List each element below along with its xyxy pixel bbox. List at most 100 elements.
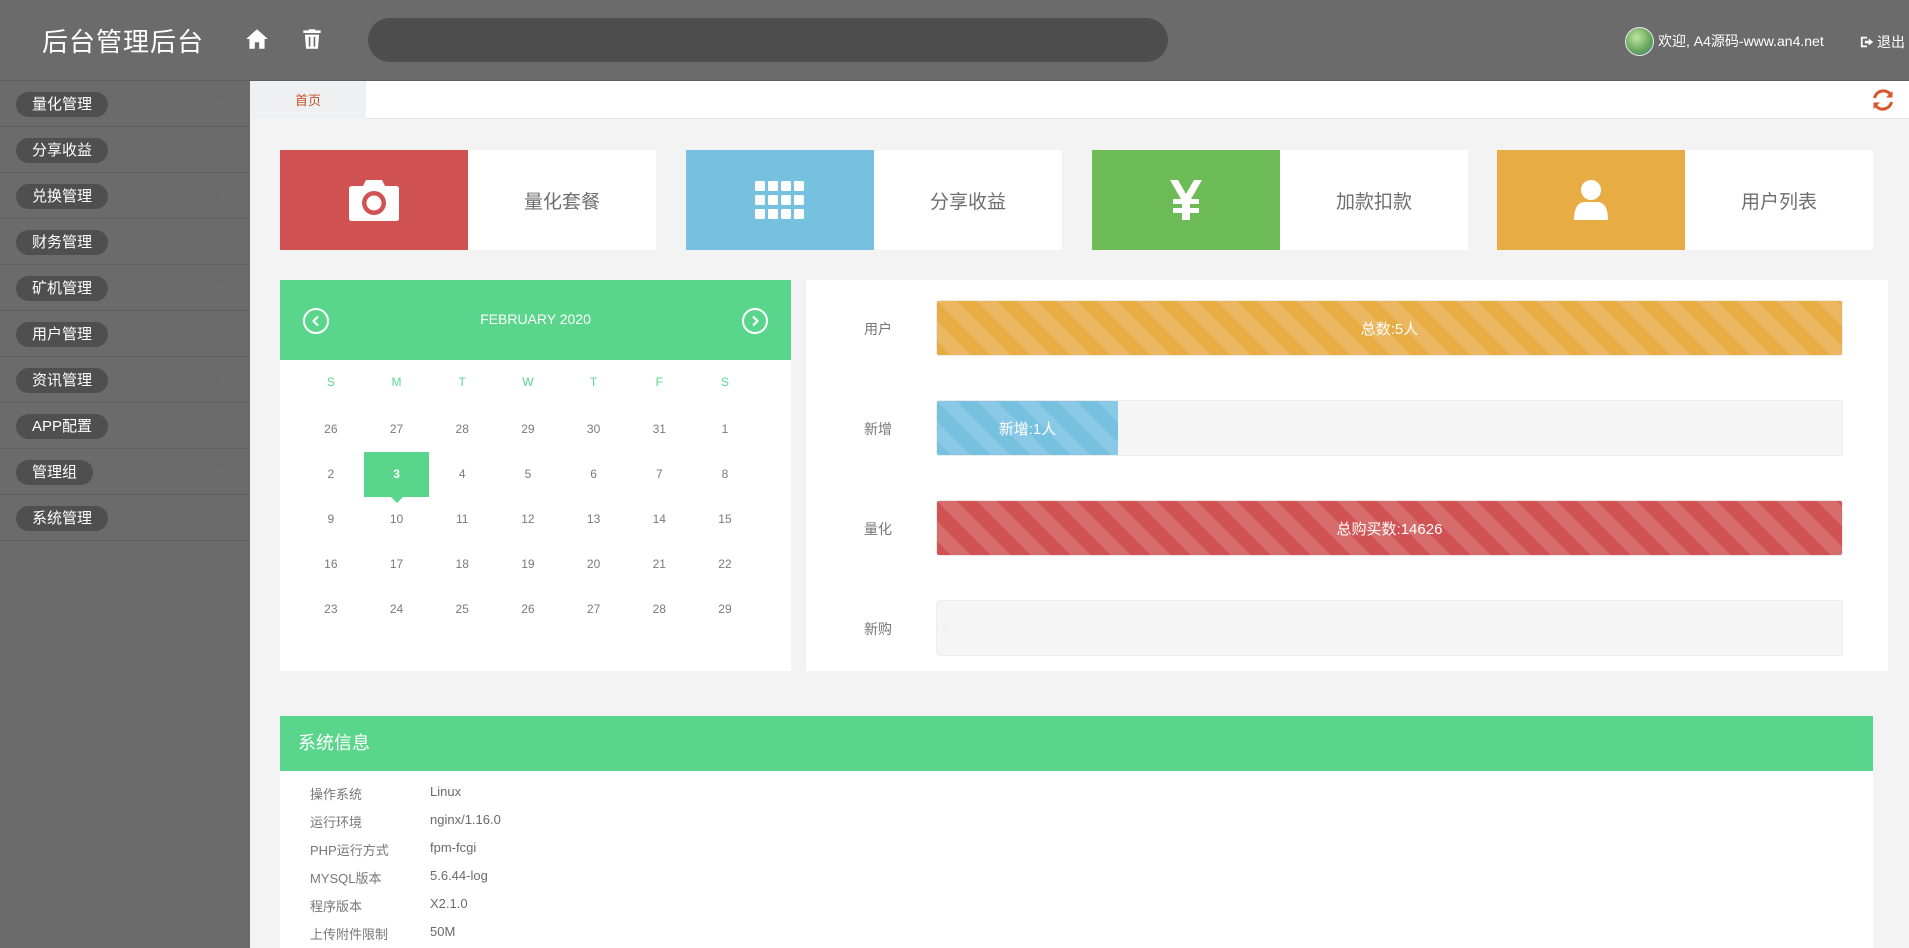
stat-label: 新购 [864,621,892,637]
card-quant-package[interactable]: 量化套餐 [280,150,656,250]
search-input[interactable] [368,18,1168,62]
calendar-day[interactable]: 3 [363,452,430,503]
calendar-day[interactable]: 5 [495,452,561,497]
calendar-day[interactable]: 9 [298,497,364,542]
chevron-right-icon: › [220,419,224,433]
sidebar-item-news[interactable]: 资讯管理 › [0,357,250,403]
trash-icon[interactable] [297,24,327,54]
calendar-grid: S M T W T F S 26 27 28 29 30 31 1 2 3 4 5 6 7 8 9 10 11 12 13 14 15… [298,372,758,632]
sidebar-item-app-config[interactable]: APP配置 › [0,403,250,449]
calendar-day[interactable]: 1 [692,407,758,452]
calendar-day[interactable]: 14 [626,497,692,542]
calendar-day[interactable]: 11 [429,497,495,542]
calendar-week: 26 27 28 29 30 31 1 [298,407,758,452]
logout-button[interactable]: 退出 [1860,32,1905,52]
card-icon-box [686,150,874,250]
sidebar-item-label: 系统管理 [16,506,109,531]
calendar-week: 2345678 [298,452,758,503]
system-info-key: 上传附件限制 [310,927,389,942]
calendar-day[interactable]: 6 [561,452,627,497]
sidebar-item-finance[interactable]: 财务管理 › [0,219,250,265]
card-share-income[interactable]: 分享收益 [686,150,1062,250]
calendar-day[interactable]: 28 [626,587,692,632]
tab-bar: 首页 [250,81,1909,119]
calendar-day[interactable]: 20 [561,542,627,587]
calendar-day[interactable]: 25 [429,587,495,632]
system-info-panel: 系统信息 操作系统 Linux 运行环境 nginx/1.16.0 PHP运行方式 fpm… [280,716,1873,948]
calendar-day[interactable]: 17 [364,542,430,587]
calendar-day[interactable]: 13 [561,497,627,542]
calendar-day[interactable]: 27 [561,587,627,632]
chevron-right-icon: › [220,189,224,203]
sidebar-item-admin-group[interactable]: 管理组 › [0,449,250,495]
sidebar-item-users[interactable]: 用户管理 › [0,311,250,357]
sidebar-item-quant[interactable]: 量化管理 › [0,81,250,127]
system-info-key: 运行环境 [310,815,363,830]
weekday-label: F [655,375,663,389]
app-title: 后台管理后台 [42,27,205,57]
sidebar-item-miner[interactable]: 矿机管理 › [0,265,250,311]
sidebar-item-label: 兑换管理 [16,184,109,209]
chevron-right-icon: › [220,235,224,249]
sidebar-item-label: 用户管理 [16,322,109,347]
calendar-week: 16 17 18 19 20 21 22 [298,542,758,587]
calendar-day[interactable]: 18 [429,542,495,587]
system-info-value: 50M [430,924,456,939]
calendar-day[interactable]: 2 [298,452,364,497]
calendar-day[interactable]: 30 [561,407,627,452]
stat-row: 新增 新增:1人 [806,400,1888,456]
sidebar-item-label: 资讯管理 [16,368,109,393]
card-add-deduct[interactable]: 加款扣款 [1092,150,1468,250]
refresh-icon[interactable] [1871,88,1895,112]
calendar-month-title: FEBRUARY 2020 [480,311,591,327]
next-month-button[interactable] [742,308,768,334]
weekday-label: T [589,375,598,389]
avatar [1625,26,1654,56]
card-user-list[interactable]: 用户列表 [1497,150,1873,250]
progress-track: 0 [936,600,1843,656]
system-info-value: X2.1.0 [430,896,468,911]
system-info-row: MYSQL版本 5.6.44-log [310,868,488,896]
progress-track: 总数:5人 [936,300,1843,356]
user-icon [1574,180,1608,220]
calendar-day[interactable]: 4 [429,452,495,497]
calendar-day[interactable]: 29 [495,407,561,452]
chevron-right-icon: › [220,373,224,387]
calendar-day[interactable]: 19 [495,542,561,587]
calendar-day[interactable]: 15 [692,497,758,542]
sidebar: 量化管理 › 分享收益 › 兑换管理 › 财务管理 › 矿机管理 › 用户管理 › 资讯管理… [0,81,250,948]
chevron-right-icon: › [220,465,224,479]
calendar-day[interactable]: 8 [692,452,758,497]
calendar-day[interactable]: 26 [298,407,364,452]
user-menu[interactable]: 欢迎, A4源码-www.an4.net [1625,26,1824,56]
home-icon[interactable] [242,24,272,54]
calendar-day[interactable]: 22 [692,542,758,587]
calendar-day[interactable]: 21 [626,542,692,587]
calendar-day[interactable]: 16 [298,542,364,587]
progress-fill: 总购买数:14626 [937,501,1842,555]
calendar-day[interactable]: 12 [495,497,561,542]
stat-label: 新增 [864,421,892,437]
sidebar-item-exchange[interactable]: 兑换管理 › [0,173,250,219]
calendar-day[interactable]: 29 [692,587,758,632]
tab-home[interactable]: 首页 [250,81,366,119]
progress-fill: 新增:1人 [937,401,1118,455]
system-info-row: 程序版本 X2.1.0 [310,896,468,924]
calendar-day[interactable]: 27 [364,407,430,452]
calendar-week: 9 10 11 12 13 14 15 [298,497,758,542]
card-label: 分享收益 [929,191,1006,213]
calendar-day[interactable]: 7 [626,452,692,497]
calendar-day[interactable]: 26 [495,587,561,632]
sidebar-item-share-income[interactable]: 分享收益 › [0,127,250,173]
calendar-day[interactable]: 28 [429,407,495,452]
system-info-value: 5.6.44-log [430,868,488,883]
calendar-day[interactable]: 31 [626,407,692,452]
sidebar-item-system[interactable]: 系统管理 › [0,495,250,541]
calendar-day[interactable]: 24 [364,587,430,632]
weekday-label: W [522,375,534,389]
calendar-day[interactable]: 23 [298,587,364,632]
calendar-day[interactable]: 10 [364,497,430,542]
progress-track: 新增:1人 [936,400,1843,456]
card-icon-box [1497,150,1685,250]
stat-row: 新购 0 [806,600,1888,656]
